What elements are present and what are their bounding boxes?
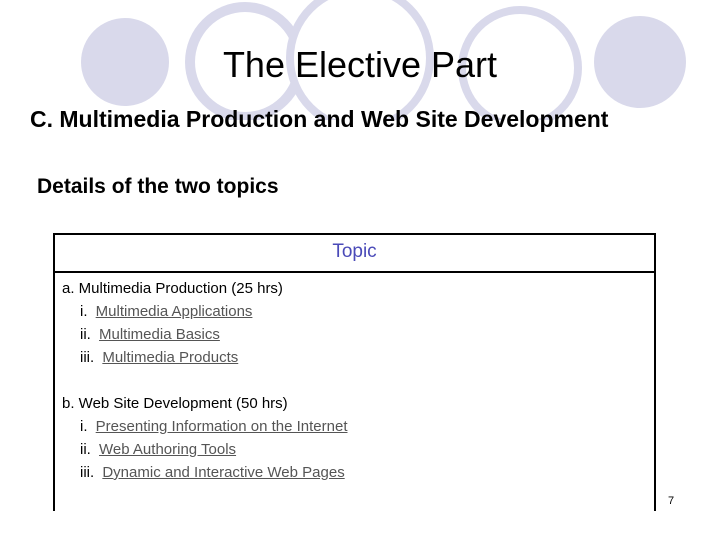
group-title: b. Web Site Development (50 hrs): [62, 395, 288, 412]
link-multimedia-basics[interactable]: Multimedia Basics: [99, 326, 220, 343]
link-dynamic-web-pages[interactable]: Dynamic and Interactive Web Pages: [102, 464, 344, 481]
link-multimedia-applications[interactable]: Multimedia Applications: [96, 303, 253, 320]
topic-group-web: b. Web Site Development (50 hrs) i. Pres…: [62, 392, 654, 484]
section-heading: Details of the two topics: [37, 175, 279, 198]
group-title: a. Multimedia Production (25 hrs): [62, 280, 283, 297]
item-number: i.: [80, 303, 88, 320]
item-number: iii.: [80, 464, 95, 481]
item-number: ii.: [80, 326, 91, 343]
list-item: i. Presenting Information on the Interne…: [62, 415, 654, 438]
link-multimedia-products[interactable]: Multimedia Products: [102, 349, 238, 366]
list-item: i. Multimedia Applications: [62, 300, 654, 323]
list-item: iii. Multimedia Products: [62, 346, 654, 369]
list-item: ii. Web Authoring Tools: [62, 438, 654, 461]
link-presenting-information[interactable]: Presenting Information on the Internet: [96, 418, 348, 435]
slide-subtitle: C. Multimedia Production and Web Site De…: [30, 106, 609, 132]
topic-header-label: Topic: [332, 241, 377, 262]
item-number: i.: [80, 418, 88, 435]
slide-title: The Elective Part: [222, 44, 498, 85]
item-number: iii.: [80, 349, 95, 366]
item-number: ii.: [80, 441, 91, 458]
page-number: 7: [668, 495, 675, 507]
topic-table-body: a. Multimedia Production (25 hrs) i. Mul…: [55, 273, 654, 484]
topic-table-header: Topic: [55, 235, 654, 273]
link-web-authoring-tools[interactable]: Web Authoring Tools: [99, 441, 236, 458]
list-item: iii. Dynamic and Interactive Web Pages: [62, 461, 654, 484]
topic-table: Topic a. Multimedia Production (25 hrs) …: [53, 233, 656, 511]
topic-group-multimedia: a. Multimedia Production (25 hrs) i. Mul…: [62, 277, 654, 369]
list-item: ii. Multimedia Basics: [62, 323, 654, 346]
